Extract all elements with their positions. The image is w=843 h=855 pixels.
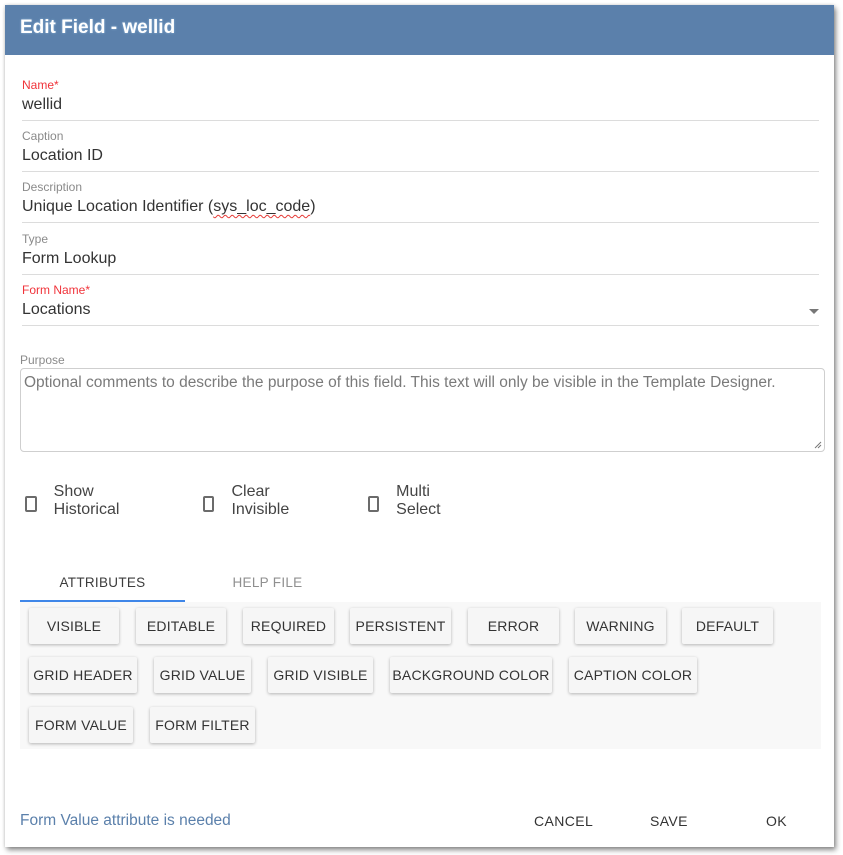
caption-label: Caption	[22, 129, 64, 143]
grid-visible-button[interactable]: GRID VISIBLE	[268, 657, 373, 693]
background-color-button[interactable]: BACKGROUND COLOR	[390, 657, 552, 693]
name-input[interactable]: wellid	[22, 96, 62, 114]
caption-input[interactable]: Location ID	[22, 147, 103, 165]
persistent-button[interactable]: PERSISTENT	[350, 608, 451, 644]
error-button[interactable]: ERROR	[468, 608, 559, 644]
caption-underline	[22, 171, 819, 172]
clear-invisible-label: Clear Invisible	[231, 483, 290, 518]
dropdown-arrow-icon[interactable]	[809, 309, 819, 314]
purpose-label: Purpose	[20, 353, 65, 367]
type-underline	[22, 274, 819, 275]
dialog-title: Edit Field - wellid	[20, 17, 176, 38]
ok-button[interactable]: OK	[766, 813, 787, 829]
edit-field-dialog: Edit Field - wellid Name* wellid Caption…	[5, 5, 834, 847]
type-value: Form Lookup	[22, 250, 117, 267]
spellcheck-flagged-word: sys_loc_code	[213, 198, 311, 215]
caption-color-button[interactable]: CAPTION COLOR	[569, 657, 697, 693]
form-name-value[interactable]: Locations	[22, 301, 91, 319]
validation-message: Form Value attribute is needed	[20, 812, 231, 829]
name-underline	[22, 120, 819, 121]
warning-button[interactable]: WARNING	[575, 608, 666, 644]
tab-help-file[interactable]: HELP FILE	[185, 563, 350, 601]
multi-select-checkbox[interactable]: Multi Select	[368, 483, 445, 519]
show-historical-checkbox[interactable]: Show Historical	[25, 483, 124, 519]
description-underline	[22, 222, 819, 223]
grid-value-button[interactable]: GRID VALUE	[154, 657, 251, 693]
save-button[interactable]: SAVE	[650, 813, 688, 829]
form-name-underline	[22, 325, 819, 326]
cancel-button[interactable]: CANCEL	[534, 813, 593, 829]
form-value-button[interactable]: FORM VALUE	[29, 707, 133, 743]
form-filter-button[interactable]: FORM FILTER	[150, 707, 255, 743]
default-button[interactable]: DEFAULT	[682, 608, 773, 644]
tab-attributes[interactable]: ATTRIBUTES	[20, 563, 185, 601]
dialog-titlebar: Edit Field - wellid	[5, 5, 834, 55]
form-name-label: Form Name*	[22, 283, 91, 297]
description-input[interactable]: Unique Location Identifier (sys_loc_code…	[22, 198, 316, 216]
clear-invisible-checkbox[interactable]: Clear Invisible	[203, 483, 294, 519]
grid-header-button[interactable]: GRID HEADER	[29, 657, 137, 693]
resize-handle-icon[interactable]	[814, 441, 822, 449]
attributes-panel: VISIBLE EDITABLE REQUIRED PERSISTENT ERR…	[20, 602, 821, 749]
required-button[interactable]: REQUIRED	[243, 608, 334, 644]
purpose-textarea[interactable]: Optional comments to describe the purpos…	[20, 368, 825, 452]
tab-bar: ATTRIBUTES HELP FILE	[20, 563, 825, 603]
description-label: Description	[22, 180, 83, 194]
checkbox-unchecked-icon[interactable]	[368, 495, 380, 512]
editable-button[interactable]: EDITABLE	[136, 608, 226, 644]
checkbox-unchecked-icon[interactable]	[25, 495, 37, 512]
show-historical-label: Show Historical	[53, 483, 120, 518]
checkbox-unchecked-icon[interactable]	[203, 495, 215, 512]
multi-select-label: Multi Select	[396, 483, 441, 518]
type-label: Type	[22, 232, 49, 246]
visible-button[interactable]: VISIBLE	[29, 608, 119, 644]
name-label: Name*	[22, 78, 59, 92]
purpose-placeholder: Optional comments to describe the purpos…	[24, 374, 776, 391]
